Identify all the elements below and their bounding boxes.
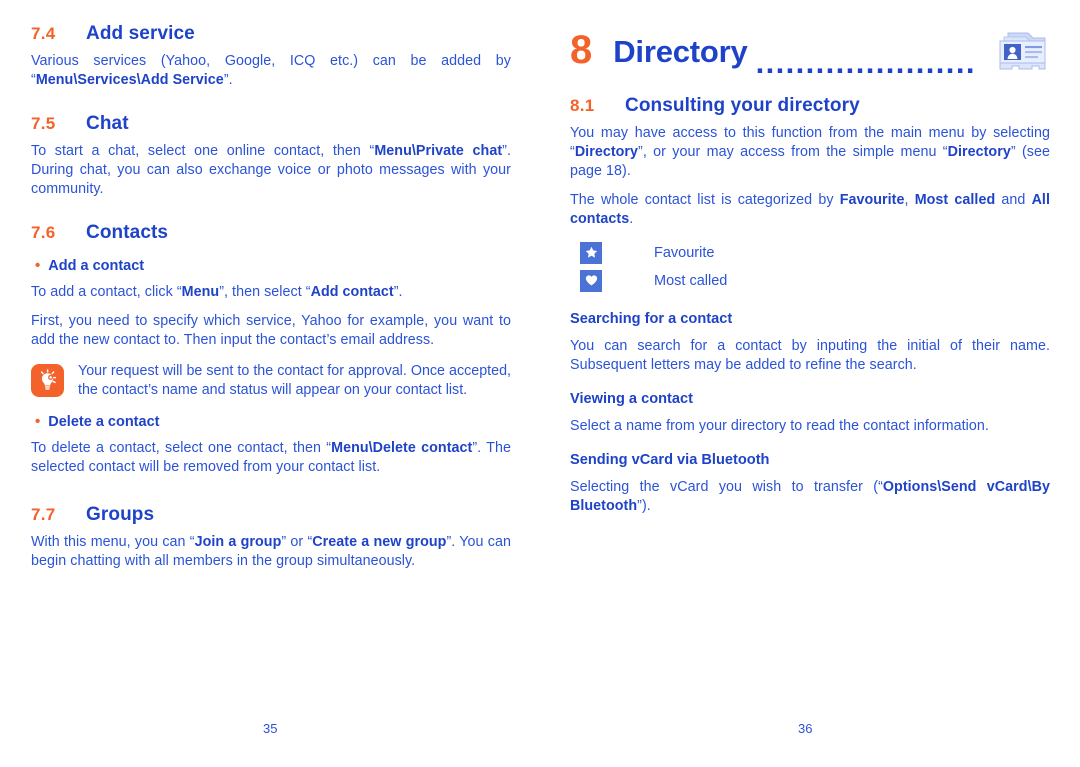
text-run: To start a chat, select one online conta… — [31, 142, 375, 159]
chapter-number: 8 — [570, 28, 593, 72]
section-number: 7.6 — [31, 222, 56, 242]
text-run-bold: Favourite — [839, 191, 905, 208]
legend-label: Favourite — [654, 244, 715, 261]
bullet-heading-add-a-contact: • Add a contact — [35, 258, 511, 274]
text-run: ”). — [637, 497, 651, 514]
section-title: Consulting your directory — [625, 95, 860, 116]
section-number: 7.4 — [31, 24, 56, 43]
paragraph-groups: With this menu, you can “Join a group” o… — [31, 533, 511, 571]
paragraph-consulting-1: You may have access to this function fro… — [570, 124, 1050, 181]
legend-row-most-called: Most called — [580, 267, 1050, 295]
text-run-bold: Directory — [574, 143, 639, 160]
section-heading-groups: 7.7 Groups — [31, 503, 511, 527]
chapter-title: Directory — [613, 33, 748, 69]
text-run: ”. — [223, 71, 233, 88]
text-run: , — [904, 191, 915, 208]
section-heading-contacts: 7.6 Contacts — [31, 221, 511, 245]
text-run: Selecting the vCard you wish to transfer… — [570, 478, 883, 495]
text-run: ”, or your may access from the simple me… — [638, 143, 948, 160]
text-run: ” or “ — [281, 534, 313, 550]
heart-icon — [580, 269, 602, 292]
page-left: 7.4 Add service Various services (Yahoo,… — [0, 0, 540, 767]
section-title: Chat — [86, 112, 129, 134]
text-run-bold: Join a group — [194, 534, 282, 550]
section-title: Contacts — [86, 221, 169, 243]
text-run: To delete a contact, select one contact,… — [31, 440, 332, 457]
text-run: With this menu, you can “ — [31, 534, 195, 550]
text-run-bold: Menu\Services\Add Service — [35, 71, 224, 88]
star-icon — [580, 241, 602, 264]
section-title: Add service — [86, 23, 195, 44]
paragraph-vcard: Selecting the vCard you wish to transfer… — [570, 478, 1050, 516]
page-number-left: 35 — [263, 721, 278, 736]
chapter-header: 8 Directory ...................... — [570, 22, 1050, 80]
text-run: ”, then select “ — [219, 284, 311, 301]
text-run-bold: Menu\Delete contact — [331, 440, 473, 457]
category-legend: Favourite Most called — [580, 239, 1050, 295]
contact-card-icon — [994, 27, 1050, 75]
section-heading-add-service: 7.4 Add service — [31, 22, 511, 46]
paragraph-add-service: Various services (Yahoo, Google, ICQ etc… — [31, 52, 511, 90]
paragraph-viewing: Select a name from your directory to rea… — [570, 417, 989, 434]
text-run-bold: Add contact — [310, 284, 394, 301]
paragraph-add-contact-1: To add a contact, click “Menu”, then sel… — [31, 283, 511, 302]
paragraph-delete-contact: To delete a contact, select one contact,… — [31, 439, 511, 477]
bullet-heading-label: Delete a contact — [48, 414, 160, 431]
text-run: and — [995, 191, 1032, 208]
section-number: 8.1 — [570, 96, 595, 115]
legend-label: Most called — [654, 272, 728, 289]
text-run-bold: Create a new group — [312, 534, 447, 550]
page-right: 8 Directory ...................... 8.1 C… — [540, 0, 1080, 767]
text-run-bold: Menu — [181, 284, 220, 301]
section-title: Groups — [86, 504, 155, 526]
text-run: . — [629, 210, 634, 227]
text-run: The whole contact list is categorized by — [570, 191, 840, 208]
text-run: ”. — [393, 284, 403, 301]
section-heading-consulting: 8.1 Consulting your directory — [570, 94, 1050, 118]
bullet-dot-icon: • — [35, 257, 41, 275]
bullet-dot-icon: • — [35, 413, 41, 431]
paragraph-consulting-2: The whole contact list is categorized by… — [570, 191, 1050, 229]
dot-leader: ...................... — [755, 54, 976, 73]
section-number: 7.7 — [31, 505, 56, 525]
text-run-bold: Most called — [914, 191, 996, 208]
subheading-viewing: Viewing a contact — [570, 390, 693, 407]
text-run-bold: Directory — [947, 143, 1011, 160]
paragraph-add-contact-2: First, you need to specify which service… — [31, 313, 511, 349]
paragraph-searching: You can search for a contact by inputing… — [570, 337, 1050, 373]
paragraph-chat: To start a chat, select one online conta… — [31, 142, 511, 199]
bullet-heading-label: Add a contact — [48, 258, 145, 275]
tip-text: Your request will be sent to the contact… — [78, 363, 511, 399]
lightbulb-tip-icon — [31, 364, 64, 398]
subheading-searching: Searching for a contact — [570, 310, 733, 327]
text-run-bold: Menu\Private chat — [374, 142, 503, 159]
legend-row-favourite: Favourite — [580, 239, 1050, 267]
page-number-right: 36 — [798, 721, 813, 736]
section-heading-chat: 7.5 Chat — [31, 112, 511, 136]
bullet-heading-delete-a-contact: • Delete a contact — [35, 414, 511, 430]
text-run: To add a contact, click “ — [31, 284, 182, 301]
tip-callout: Your request will be sent to the contact… — [31, 362, 511, 400]
subheading-vcard: Sending vCard via Bluetooth — [570, 451, 770, 468]
section-number: 7.5 — [31, 113, 56, 133]
